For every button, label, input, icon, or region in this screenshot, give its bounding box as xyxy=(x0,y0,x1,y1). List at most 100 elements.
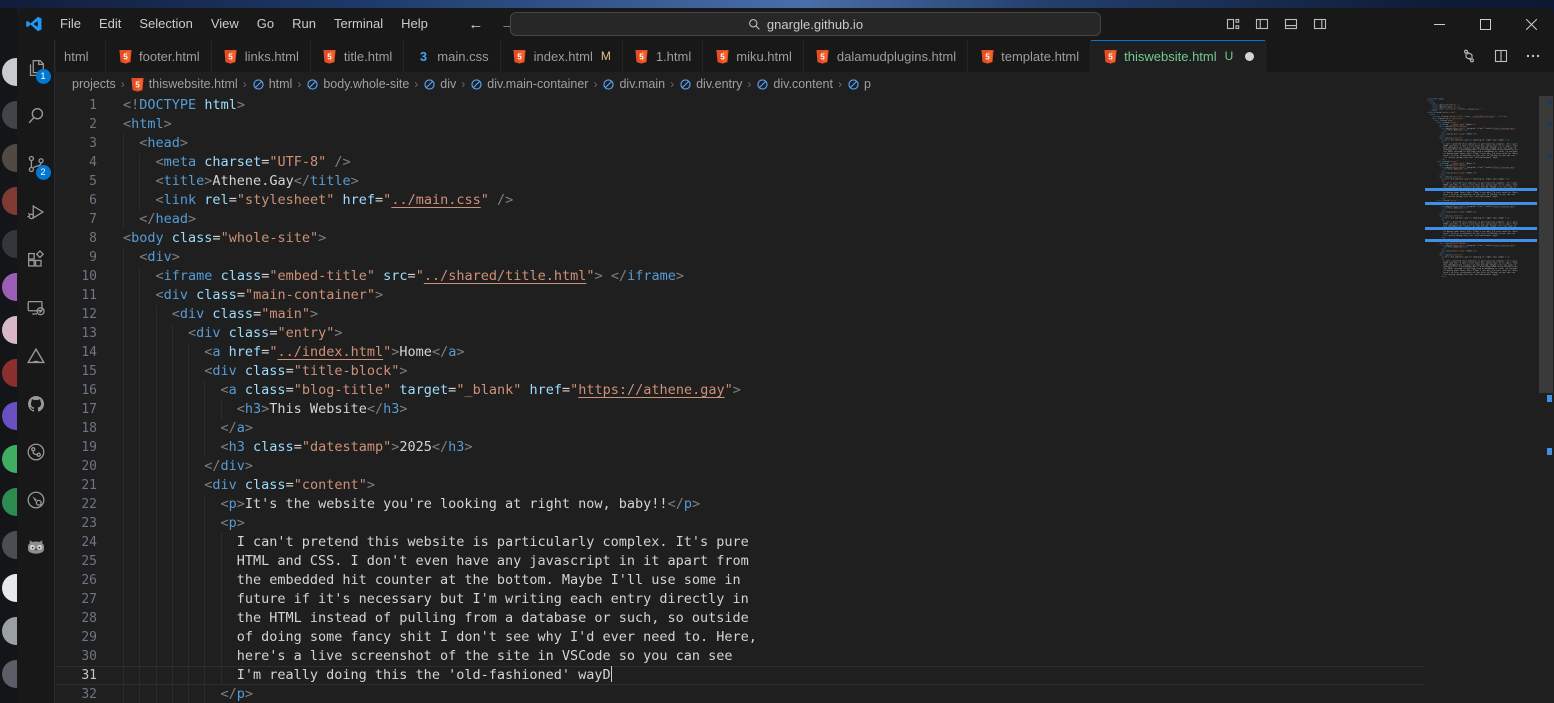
breadcrumb-item-div[interactable]: div xyxy=(423,77,456,91)
tab-html[interactable]: html xyxy=(56,40,106,72)
code-line-17[interactable]: 17<h3>This Website</h3> xyxy=(56,400,1425,419)
toggle-primary-sidebar-icon[interactable] xyxy=(1254,16,1270,32)
activity-gitlens-search-icon[interactable] xyxy=(17,476,55,524)
maximize-button[interactable] xyxy=(1462,8,1508,40)
line-number[interactable]: 25 xyxy=(56,552,97,571)
code-line-31[interactable]: 31I'm really doing this the 'old-fashion… xyxy=(56,666,1425,685)
minimap[interactable]: <!DOCTYPE html><html> <head> <meta chars… xyxy=(1425,96,1537,703)
line-number[interactable]: 26 xyxy=(56,571,97,590)
line-number[interactable]: 8 xyxy=(56,229,97,248)
line-number[interactable]: 31 xyxy=(56,666,97,685)
tab-main.css[interactable]: 3main.css xyxy=(404,40,500,72)
menu-file[interactable]: File xyxy=(51,8,90,40)
line-number[interactable]: 2 xyxy=(56,115,97,134)
line-number[interactable]: 16 xyxy=(56,381,97,400)
line-number[interactable]: 12 xyxy=(56,305,97,324)
menu-go[interactable]: Go xyxy=(248,8,283,40)
breadcrumb-item-p[interactable]: p xyxy=(847,77,871,91)
menu-terminal[interactable]: Terminal xyxy=(325,8,392,40)
more-actions-icon[interactable] xyxy=(1520,43,1546,69)
code-line-13[interactable]: 13<div class="entry"> xyxy=(56,324,1425,343)
line-number[interactable]: 17 xyxy=(56,400,97,419)
menu-run[interactable]: Run xyxy=(283,8,325,40)
code-line-5[interactable]: 5<title>Athene.Gay</title> xyxy=(56,172,1425,191)
code-line-9[interactable]: 9<div> xyxy=(56,248,1425,267)
line-number[interactable]: 24 xyxy=(56,533,97,552)
breadcrumb-item-thiswebsite.html[interactable]: 5thiswebsite.html xyxy=(130,77,238,92)
line-number[interactable]: 23 xyxy=(56,514,97,533)
breadcrumb-item-div.main-container[interactable]: div.main-container xyxy=(470,77,588,91)
code-line-32[interactable]: 32</p> xyxy=(56,685,1425,703)
code-line-10[interactable]: 10<iframe class="embed-title" src="../sh… xyxy=(56,267,1425,286)
line-number[interactable]: 14 xyxy=(56,343,97,362)
line-number[interactable]: 13 xyxy=(56,324,97,343)
toggle-secondary-sidebar-icon[interactable] xyxy=(1312,16,1328,32)
code-line-1[interactable]: 1<!DOCTYPE html> xyxy=(56,96,1425,115)
activity-github-icon[interactable] xyxy=(17,380,55,428)
tab-template.html[interactable]: 5template.html xyxy=(968,40,1091,72)
code-line-12[interactable]: 12<div class="main"> xyxy=(56,305,1425,324)
line-number[interactable]: 18 xyxy=(56,419,97,438)
activity-triangle-extension-icon[interactable] xyxy=(17,332,55,380)
code-line-26[interactable]: 26the embedded hit counter at the bottom… xyxy=(56,571,1425,590)
menu-selection[interactable]: Selection xyxy=(130,8,201,40)
breadcrumb-item-body.whole-site[interactable]: body.whole-site xyxy=(306,77,409,91)
breadcrumb-item-div.entry[interactable]: div.entry xyxy=(679,77,742,91)
line-number[interactable]: 19 xyxy=(56,438,97,457)
activity-run-and-debug-icon[interactable] xyxy=(17,188,55,236)
code-line-27[interactable]: 27future if it's necessary but I'm writi… xyxy=(56,590,1425,609)
activity-remote-explorer-icon[interactable] xyxy=(17,284,55,332)
menu-view[interactable]: View xyxy=(202,8,248,40)
line-number[interactable]: 32 xyxy=(56,685,97,703)
customize-layout-icon[interactable] xyxy=(1225,16,1241,32)
line-number[interactable]: 10 xyxy=(56,267,97,286)
menu-help[interactable]: Help xyxy=(392,8,437,40)
activity-source-control-icon[interactable]: 2 xyxy=(17,140,55,188)
breadcrumb-item-div.main[interactable]: div.main xyxy=(602,77,665,91)
scrollbar-slider[interactable] xyxy=(1539,96,1553,393)
code-line-25[interactable]: 25HTML and CSS. I don't even have any ja… xyxy=(56,552,1425,571)
activity-git-graph-icon[interactable] xyxy=(17,428,55,476)
line-number[interactable]: 7 xyxy=(56,210,97,229)
tab-title.html[interactable]: 5title.html xyxy=(311,40,404,72)
tab-1.html[interactable]: 51.html xyxy=(623,40,703,72)
code-editor[interactable]: 1<!DOCTYPE html>2<html>3<head>4<meta cha… xyxy=(56,96,1425,703)
close-button[interactable] xyxy=(1508,8,1554,40)
code-line-21[interactable]: 21<div class="content"> xyxy=(56,476,1425,495)
code-line-2[interactable]: 2<html> xyxy=(56,115,1425,134)
minimize-button[interactable] xyxy=(1416,8,1462,40)
line-number[interactable]: 27 xyxy=(56,590,97,609)
line-number[interactable]: 6 xyxy=(56,191,97,210)
open-changes-icon[interactable] xyxy=(1456,43,1482,69)
line-number[interactable]: 5 xyxy=(56,172,97,191)
line-number[interactable]: 9 xyxy=(56,248,97,267)
code-line-11[interactable]: 11<div class="main-container"> xyxy=(56,286,1425,305)
code-line-24[interactable]: 24I can't pretend this website is partic… xyxy=(56,533,1425,552)
code-line-7[interactable]: 7</head> xyxy=(56,210,1425,229)
code-line-16[interactable]: 16<a class="blog-title" target="_blank" … xyxy=(56,381,1425,400)
code-line-30[interactable]: 30here's a live screenshot of the site i… xyxy=(56,647,1425,666)
code-line-6[interactable]: 6<link rel="stylesheet" href="../main.cs… xyxy=(56,191,1425,210)
line-number[interactable]: 30 xyxy=(56,647,97,666)
unsaved-dot-icon[interactable] xyxy=(1245,52,1254,61)
toggle-panel-icon[interactable] xyxy=(1283,16,1299,32)
line-number[interactable]: 1 xyxy=(56,96,97,115)
breadcrumb-item-div.content[interactable]: div.content xyxy=(756,77,833,91)
menu-edit[interactable]: Edit xyxy=(90,8,130,40)
activity-extensions-icon[interactable] xyxy=(17,236,55,284)
code-line-3[interactable]: 3<head> xyxy=(56,134,1425,153)
code-line-8[interactable]: 8<body class="whole-site"> xyxy=(56,229,1425,248)
tab-index.html[interactable]: 5index.htmlM xyxy=(501,40,623,72)
tab-miku.html[interactable]: 5miku.html xyxy=(703,40,804,72)
activity-search-icon[interactable] xyxy=(17,92,55,140)
back-arrow-icon[interactable]: ← xyxy=(465,13,487,35)
line-number[interactable]: 21 xyxy=(56,476,97,495)
code-line-15[interactable]: 15<div class="title-block"> xyxy=(56,362,1425,381)
breadcrumb-item-html[interactable]: html xyxy=(252,77,293,91)
tab-thiswebsite.html[interactable]: 5thiswebsite.htmlU xyxy=(1091,40,1266,72)
breadcrumb-item-projects[interactable]: projects xyxy=(72,77,116,91)
line-number[interactable]: 20 xyxy=(56,457,97,476)
code-line-4[interactable]: 4<meta charset="UTF-8" /> xyxy=(56,153,1425,172)
line-number[interactable]: 15 xyxy=(56,362,97,381)
split-editor-icon[interactable] xyxy=(1488,43,1514,69)
